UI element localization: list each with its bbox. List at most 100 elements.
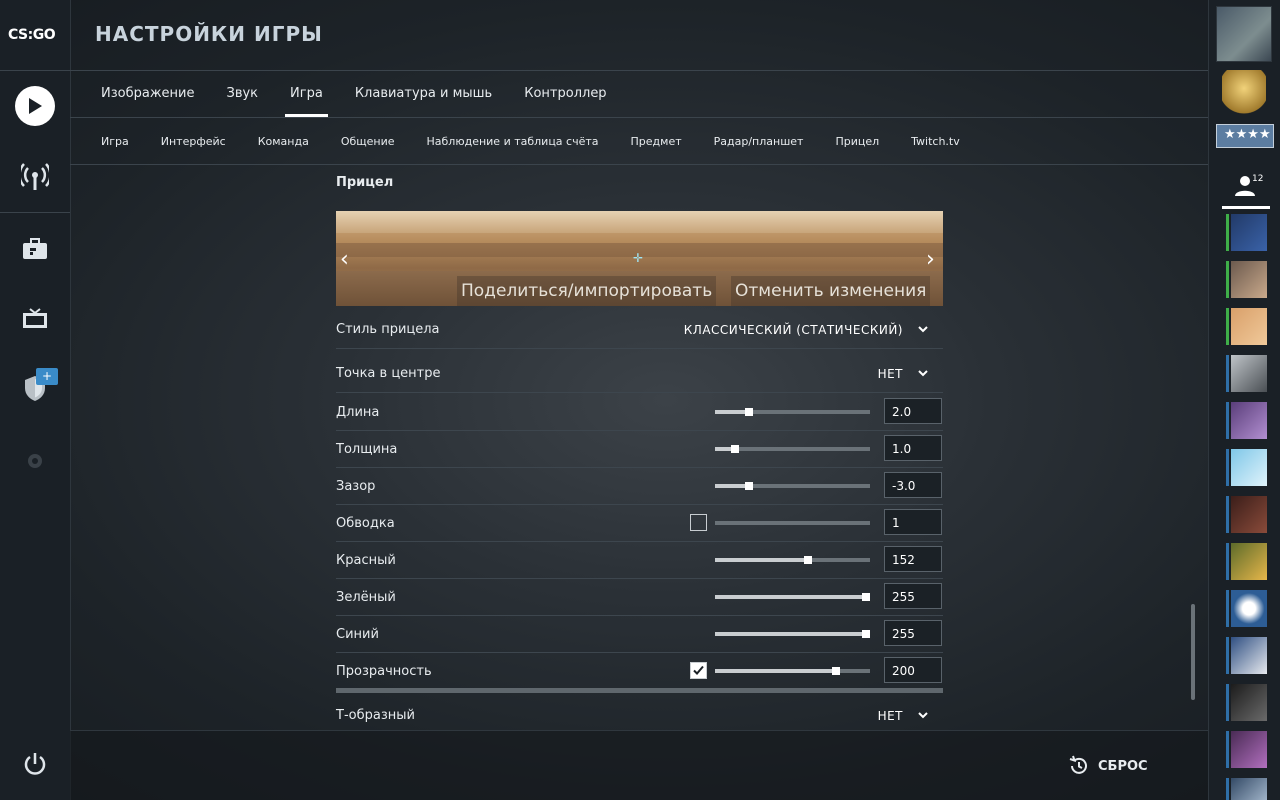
setting-row-thickness: Толщина 1.0: [336, 430, 943, 468]
subtab-interface[interactable]: Интерфейс: [161, 135, 226, 148]
friend-avatar: [1231, 590, 1267, 627]
chevron-right-icon[interactable]: ›: [926, 247, 935, 272]
friend-avatar: [1231, 402, 1267, 439]
blue-input[interactable]: 255: [884, 620, 942, 646]
subtab-spectator-scoreboard[interactable]: Наблюдение и таблица счёта: [427, 135, 599, 148]
slider-knob[interactable]: [804, 556, 812, 564]
chevron-left-icon[interactable]: ‹: [340, 247, 349, 272]
friends-header[interactable]: [1222, 165, 1272, 210]
setting-row-center-dot[interactable]: Точка в центре НЕТ: [336, 355, 943, 393]
tab-sound[interactable]: Звук: [226, 86, 258, 109]
antenna-icon: [21, 163, 49, 190]
alpha-input[interactable]: 200: [884, 657, 942, 683]
subtab-team[interactable]: Команда: [258, 135, 309, 148]
power-button[interactable]: [15, 744, 55, 784]
tabs-divider: [70, 117, 1208, 118]
friend-avatar: [1231, 308, 1267, 345]
subtabs-divider: [70, 164, 1208, 165]
chevron-down-icon[interactable]: [917, 323, 929, 335]
tv-icon: [23, 308, 47, 328]
friend-item[interactable]: [1226, 731, 1267, 768]
style-dropdown-value[interactable]: КЛАССИЧЕСКИЙ (СТАТИЧЕСКИЙ): [684, 323, 903, 337]
outline-checkbox[interactable]: [690, 514, 707, 531]
friend-item[interactable]: [1226, 355, 1267, 392]
blue-slider[interactable]: [715, 630, 870, 638]
reset-button[interactable]: СБРОС: [1068, 755, 1148, 777]
share-import-button[interactable]: Поделиться/импортировать: [457, 276, 717, 306]
length-slider[interactable]: [715, 408, 870, 416]
length-input[interactable]: 2.0: [884, 398, 942, 424]
friend-item[interactable]: [1226, 214, 1267, 251]
slider-fill: [715, 632, 870, 636]
slider-knob[interactable]: [745, 408, 754, 416]
friend-item[interactable]: [1226, 778, 1267, 800]
red-input[interactable]: 152: [884, 546, 942, 572]
outline-slider[interactable]: [715, 521, 870, 525]
setting-row-outline: Обводка 1: [336, 504, 943, 542]
skill-group-badge[interactable]: ★★★★: [1216, 124, 1274, 148]
slider-knob[interactable]: [731, 445, 740, 453]
csgo-logo[interactable]: CS:GO: [8, 24, 62, 48]
friend-item[interactable]: [1226, 449, 1267, 486]
header-divider: [70, 70, 1208, 71]
inventory-button[interactable]: [15, 229, 55, 269]
green-slider[interactable]: [715, 593, 870, 601]
friend-item[interactable]: [1226, 402, 1267, 439]
subtab-item[interactable]: Предмет: [631, 135, 682, 148]
slider-knob[interactable]: [745, 482, 754, 490]
friend-item[interactable]: [1226, 637, 1267, 674]
subtab-crosshair[interactable]: Прицел: [835, 135, 879, 148]
friend-avatar: [1231, 496, 1267, 533]
setting-row-style[interactable]: Стиль прицела КЛАССИЧЕСКИЙ (СТАТИЧЕСКИЙ): [336, 311, 943, 349]
outline-input[interactable]: 1: [884, 509, 942, 535]
subtab-communication[interactable]: Общение: [341, 135, 395, 148]
t-style-dropdown-value[interactable]: НЕТ: [878, 709, 903, 723]
status-bar: [1226, 590, 1229, 627]
tab-keyboard-mouse[interactable]: Клавиатура и мышь: [355, 86, 492, 109]
main-tabs: Изображение Звук Игра Клавиатура и мышь …: [101, 86, 639, 117]
subtab-twitch[interactable]: Twitch.tv: [911, 135, 960, 148]
friend-avatar: [1231, 355, 1267, 392]
red-slider[interactable]: [715, 556, 870, 564]
alpha-slider[interactable]: [715, 667, 870, 675]
friend-avatar: [1231, 543, 1267, 580]
player-avatar[interactable]: [1216, 6, 1272, 62]
green-input[interactable]: 255: [884, 583, 942, 609]
tab-game[interactable]: Игра: [285, 86, 328, 117]
gap-slider[interactable]: [715, 482, 870, 490]
briefcase-icon: [23, 238, 47, 259]
status-bar: [1226, 684, 1229, 721]
chevron-down-icon[interactable]: [917, 709, 929, 721]
thickness-slider[interactable]: [715, 445, 870, 453]
friend-item[interactable]: [1226, 261, 1267, 298]
alpha-checkbox[interactable]: [690, 662, 707, 679]
horizontal-scrollbar[interactable]: [336, 688, 943, 693]
friend-item[interactable]: [1226, 543, 1267, 580]
vertical-scrollbar[interactable]: [1191, 604, 1195, 700]
subtab-radar[interactable]: Радар/планшет: [714, 135, 804, 148]
slider-knob[interactable]: [862, 593, 870, 601]
reset-label: СБРОС: [1098, 758, 1148, 774]
revert-changes-button[interactable]: Отменить изменения: [731, 276, 931, 306]
tab-image[interactable]: Изображение: [101, 86, 194, 109]
tab-controller[interactable]: Контроллер: [524, 86, 606, 109]
chevron-down-icon[interactable]: [917, 367, 929, 379]
setting-row-red: Красный 152: [336, 541, 943, 579]
thickness-input[interactable]: 1.0: [884, 435, 942, 461]
friend-item[interactable]: [1226, 308, 1267, 345]
friend-item[interactable]: [1226, 496, 1267, 533]
play-button[interactable]: [15, 86, 55, 126]
subtab-game[interactable]: Игра: [101, 135, 129, 148]
settings-button[interactable]: [15, 441, 55, 481]
tv-button[interactable]: [15, 299, 55, 339]
friend-item[interactable]: [1226, 684, 1267, 721]
crosshair-preview: ‹ › ✛ Поделиться/импортировать Отменить …: [336, 211, 943, 306]
watch-button[interactable]: [15, 156, 55, 196]
friend-item[interactable]: [1226, 590, 1267, 627]
gap-input[interactable]: -3.0: [884, 472, 942, 498]
slider-knob[interactable]: [862, 630, 870, 638]
rank-emblem[interactable]: [1222, 70, 1266, 116]
center-dot-dropdown-value[interactable]: НЕТ: [878, 367, 903, 381]
slider-knob[interactable]: [831, 667, 840, 675]
setting-label: Красный: [336, 553, 396, 568]
